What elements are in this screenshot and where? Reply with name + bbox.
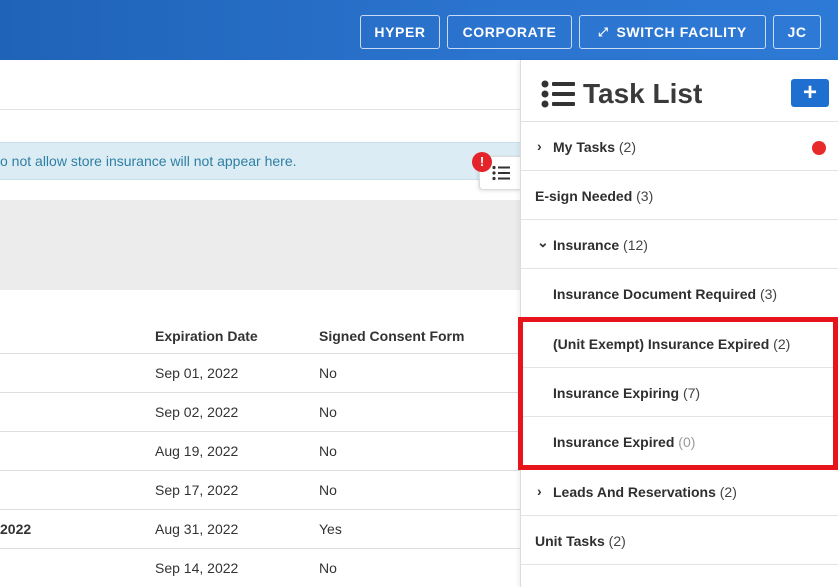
task-group-my-tasks[interactable]: › My Tasks (2) [521, 122, 838, 171]
task-name: E-sign Needed [535, 188, 633, 204]
task-list-icon [541, 80, 575, 108]
user-initials-button[interactable]: JC [773, 15, 821, 49]
task-count: (0) [678, 434, 696, 450]
row-expiration-date: Sep 02, 2022 [155, 404, 239, 420]
add-task-button[interactable]: + [791, 79, 829, 107]
task-label: Unit Tasks (2) [535, 533, 626, 549]
table-row[interactable]: Sep 02, 2022 No [0, 392, 520, 431]
expand-arrows-icon: ⤢ [598, 24, 609, 39]
task-name: (Unit Exempt) Insurance Expired [553, 336, 770, 352]
row-expiration-date: Sep 01, 2022 [155, 365, 239, 381]
corporate-button-label: CORPORATE [462, 24, 557, 40]
row-name: 2022 [0, 521, 32, 537]
row-expiration-date: Aug 31, 2022 [155, 521, 239, 537]
corporate-button[interactable]: CORPORATE [447, 15, 572, 49]
task-count: (2) [719, 484, 737, 500]
task-group-leads-and-reservations[interactable]: › Leads And Reservations (2) [521, 467, 838, 516]
row-signed-consent: No [319, 482, 337, 498]
chevron-down-icon: ⌄ [537, 234, 549, 250]
task-count: (3) [759, 286, 778, 302]
task-group-insurance[interactable]: ⌄ Insurance (12) [521, 220, 838, 269]
table-row[interactable]: 2022 Aug 31, 2022 Yes [0, 509, 520, 548]
row-signed-consent: No [319, 365, 337, 381]
main-content: o not allow store insurance will not app… [0, 60, 520, 587]
divider [0, 109, 520, 110]
task-label: Insurance (12) [553, 237, 648, 253]
table-row[interactable]: Sep 17, 2022 No [0, 470, 520, 509]
task-name: Insurance Document Required [553, 286, 757, 302]
task-count: (2) [618, 139, 637, 155]
notification-dot [812, 141, 826, 155]
notice-text: o not allow store insurance will not app… [0, 153, 297, 169]
task-count: (2) [773, 336, 791, 352]
row-signed-consent: No [319, 404, 337, 420]
task-label: Insurance Expired (0) [553, 434, 695, 450]
row-expiration-date: Sep 17, 2022 [155, 482, 239, 498]
switch-facility-label: SWITCH FACILITY [616, 24, 747, 40]
top-navigation-bar: HYPER CORPORATE ⤢ SWITCH FACILITY JC [0, 0, 838, 60]
task-item-insurance-document-required[interactable]: Insurance Document Required (3) [521, 269, 838, 318]
task-count: (7) [682, 385, 701, 401]
task-list-title: Task List [583, 78, 703, 109]
column-header-signed-consent-form[interactable]: Signed Consent Form [319, 328, 464, 344]
user-initials-label: JC [787, 24, 807, 40]
row-signed-consent: No [319, 443, 337, 459]
column-header-expiration-date[interactable]: Expiration Date [155, 328, 258, 344]
task-name: Insurance Expired [553, 434, 675, 450]
list-icon [492, 165, 510, 181]
chevron-right-icon: › [537, 483, 542, 499]
task-count: (2) [608, 533, 626, 549]
task-item-insurance-expired[interactable]: Insurance Expired (0) [521, 417, 838, 466]
table-row[interactable]: Sep 14, 2022 No [0, 548, 520, 587]
task-label: My Tasks (2) [553, 139, 636, 155]
switch-facility-button[interactable]: ⤢ SWITCH FACILITY [579, 15, 766, 49]
task-label: E-sign Needed (3) [535, 188, 653, 204]
insurance-notice-banner: o not allow store insurance will not app… [0, 142, 520, 180]
table-row[interactable]: Aug 19, 2022 No [0, 431, 520, 470]
task-label: Insurance Expiring (7) [553, 385, 700, 401]
chevron-right-icon: › [537, 138, 542, 154]
task-group-e-sign-needed[interactable]: E-sign Needed (3) [521, 171, 838, 220]
task-count: (12) [623, 237, 648, 253]
task-name: Insurance [553, 237, 620, 253]
row-signed-consent: No [319, 560, 337, 576]
task-list-header: Task List + [521, 60, 838, 122]
task-name: Unit Tasks [535, 533, 605, 549]
task-label: (Unit Exempt) Insurance Expired (2) [553, 336, 790, 352]
task-item-unit-exempt-insurance-expired[interactable]: (Unit Exempt) Insurance Expired (2) [521, 319, 838, 368]
task-count: (3) [636, 188, 654, 204]
row-signed-consent: Yes [319, 521, 342, 537]
table-row[interactable]: Sep 01, 2022 No [0, 353, 520, 392]
hyper-button-label: HYPER [374, 24, 426, 40]
filter-panel [0, 200, 520, 290]
task-name: Insurance Expiring [553, 385, 680, 401]
task-list-panel: Task List + › My Tasks (2) E-sign Needed… [520, 60, 838, 587]
alert-badge: ! [472, 152, 492, 172]
task-label: Insurance Document Required (3) [553, 286, 777, 302]
task-name: My Tasks [553, 139, 615, 155]
task-item-insurance-expiring[interactable]: Insurance Expiring (7) [521, 368, 838, 417]
hyper-button[interactable]: HYPER [360, 15, 440, 49]
task-label: Leads And Reservations (2) [553, 484, 737, 500]
row-expiration-date: Aug 19, 2022 [155, 443, 239, 459]
task-name: Leads And Reservations [553, 484, 716, 500]
task-group-unit-tasks[interactable]: Unit Tasks (2) [521, 516, 838, 565]
row-expiration-date: Sep 14, 2022 [155, 560, 239, 576]
